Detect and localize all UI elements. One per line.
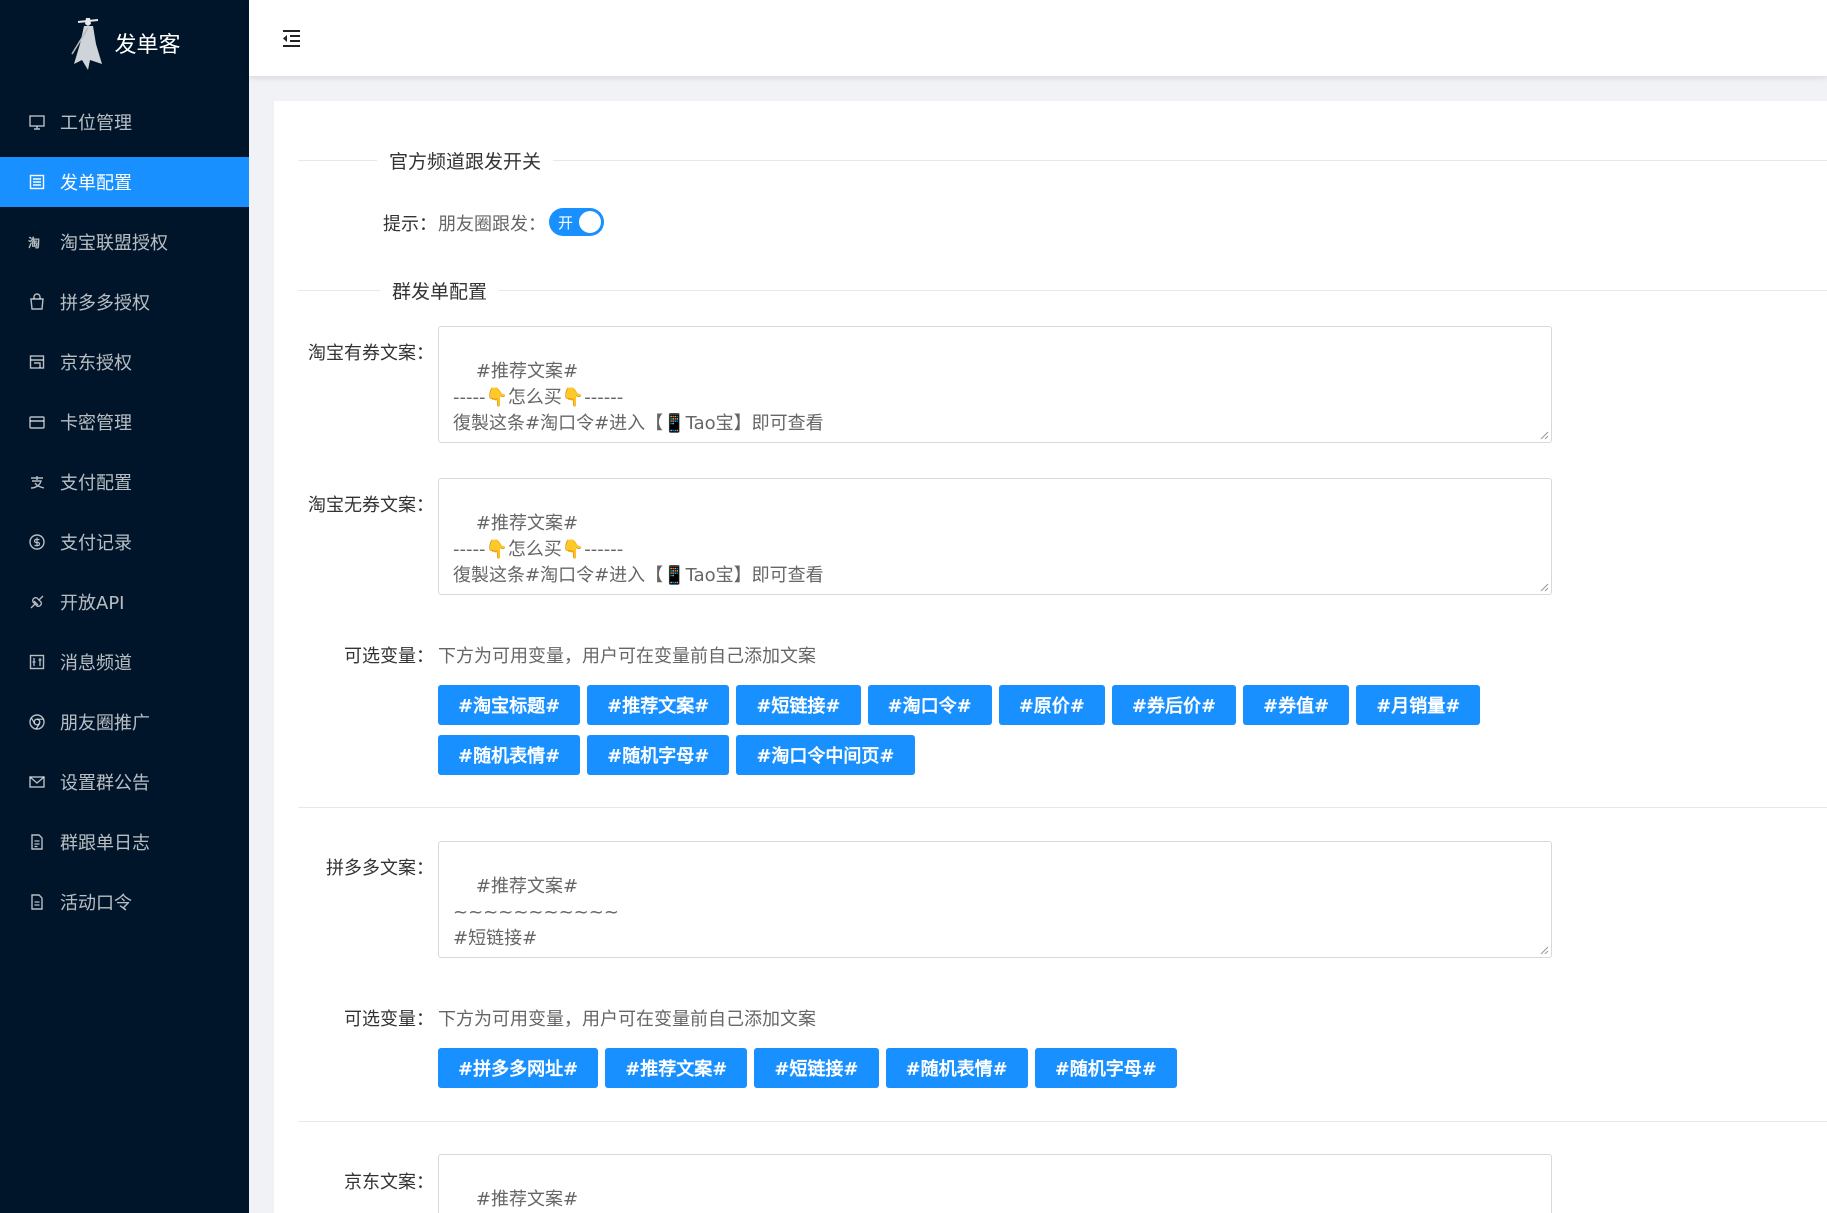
sidebar-item[interactable]: 发单配置 [0, 157, 249, 207]
switch-knob [579, 211, 601, 233]
mail-icon [28, 773, 46, 791]
variable-tag[interactable]: #推荐文案# [587, 685, 730, 725]
sidebar-item-label: 开放API [60, 593, 125, 614]
taobao-nocoupon-label: 淘宝无券文案： [308, 495, 434, 516]
jd-textarea[interactable]: #推荐文案# ~~~~~~~~~~~ [438, 1154, 1552, 1213]
chrome-icon [28, 713, 46, 731]
moments-follow-switch[interactable]: 开 [549, 208, 604, 236]
switch-text: 开 [558, 214, 574, 232]
sidebar-item[interactable]: 支付配置 [0, 457, 249, 507]
monitor-icon [28, 113, 46, 131]
sidebar-item-label: 拼多多授权 [60, 293, 150, 314]
sidebar-item[interactable]: 消息频道 [0, 637, 249, 687]
group-section-title: 群发单配置 [380, 277, 500, 304]
divider [298, 1121, 1827, 1122]
variable-tag[interactable]: #淘口令中间页# [736, 735, 915, 775]
resize-handle-icon[interactable] [1539, 430, 1549, 440]
sidebar-item-label: 京东授权 [60, 353, 132, 374]
header [249, 0, 1827, 76]
resize-handle-icon[interactable] [1539, 945, 1549, 955]
pdd-vars-desc: 下方为可用变量，用户可在变量前自己添加文案 [438, 1009, 816, 1030]
list-icon [28, 173, 46, 191]
file-icon [28, 833, 46, 851]
card-icon [28, 413, 46, 431]
taobao-coupon-label: 淘宝有券文案： [308, 343, 434, 364]
variable-tag[interactable]: #券后价# [1111, 685, 1237, 725]
variable-tag[interactable]: #随机字母# [1034, 1048, 1177, 1088]
variable-tag[interactable]: #推荐文案# [605, 1048, 748, 1088]
taobao-vars-label: 可选变量： [344, 646, 434, 667]
hint-label: 提示： [383, 214, 437, 235]
section-divider [298, 290, 1827, 291]
sidebar-item[interactable]: 设置群公告 [0, 757, 249, 807]
jd-text: #推荐文案# ~~~~~~~~~~~ [475, 1189, 579, 1210]
variable-tag[interactable]: #原价# [998, 685, 1105, 725]
sidebar-item-label: 群跟单日志 [60, 833, 150, 854]
logo: 发单客 [0, 0, 249, 86]
pdd-textarea[interactable]: #推荐文案# ~~~~~~~~~~~ #短链接# [438, 841, 1552, 958]
pdd-text: #推荐文案# ~~~~~~~~~~~ #短链接# [453, 876, 619, 949]
sidebar-item-label: 淘宝联盟授权 [60, 233, 168, 254]
logo-text: 发单客 [114, 33, 181, 58]
variable-tag[interactable]: #拼多多网址# [438, 1048, 599, 1088]
sidebar-item[interactable]: 开放API [0, 577, 249, 627]
sidebar-item[interactable]: 活动口令 [0, 877, 249, 927]
sidebar-item-label: 设置群公告 [60, 773, 150, 794]
official-section-title: 官方频道跟发开关 [377, 147, 554, 174]
moments-follow-label: 朋友圈跟发： [438, 214, 546, 235]
alipay-icon [28, 473, 46, 491]
resize-handle-icon[interactable] [1539, 582, 1549, 592]
shopping-bag-icon [28, 293, 46, 311]
taobao-nocoupon-textarea[interactable]: #推荐文案# -----👇怎么买👇------ 復製这条#淘口令#进入【📱Tao… [438, 478, 1552, 595]
sidebar-item-label: 消息频道 [60, 653, 132, 674]
sidebar-item-label: 支付记录 [60, 533, 132, 554]
variable-tag[interactable]: #券值# [1243, 685, 1350, 725]
variable-tag[interactable]: #短链接# [754, 1048, 879, 1088]
variable-tag[interactable]: #淘宝标题# [438, 685, 581, 725]
api-icon [28, 593, 46, 611]
document-icon [28, 893, 46, 911]
sidebar: 发单客 工位管理发单配置淘 淘宝联盟授权 拼多多授权京东授权卡密管理支付配置支付记录… [0, 0, 249, 1213]
sidebar-item[interactable]: 工位管理 [0, 97, 249, 147]
pdd-vars-label: 可选变量： [344, 1009, 434, 1030]
taobao-vars-desc: 下方为可用变量，用户可在变量前自己添加文案 [438, 646, 816, 667]
sidebar-item-label: 卡密管理 [60, 413, 132, 434]
main-content: 官方频道跟发开关 提示： 朋友圈跟发： 开 群发单配置 淘宝有券文案： #推荐文… [274, 101, 1827, 1213]
variable-tag[interactable]: #随机表情# [438, 735, 581, 775]
variable-tag[interactable]: #月销量# [1356, 685, 1481, 725]
pdd-label: 拼多多文案： [326, 858, 434, 879]
logo-figure-icon [71, 18, 103, 70]
variable-tag[interactable]: #随机字母# [587, 735, 730, 775]
channel-icon [28, 653, 46, 671]
jd-label: 京东文案： [344, 1172, 434, 1193]
sidebar-item[interactable]: 京东授权 [0, 337, 249, 387]
sidebar-item-label: 发单配置 [60, 173, 132, 194]
variable-tag[interactable]: #随机表情# [885, 1048, 1028, 1088]
sidebar-item[interactable]: 支付记录 [0, 517, 249, 567]
sidebar-item-label: 朋友圈推广 [60, 713, 150, 734]
variable-tag[interactable]: #短链接# [736, 685, 861, 725]
taobao-coupon-text: #推荐文案# -----👇怎么买👇------ 復製这条#淘口令#进入【📱Tao… [453, 361, 824, 434]
store-icon [28, 353, 46, 371]
sidebar-item-label: 支付配置 [60, 473, 132, 494]
sidebar-item[interactable]: 朋友圈推广 [0, 697, 249, 747]
menu-fold-icon[interactable] [279, 26, 303, 50]
taobao-coupon-textarea[interactable]: #推荐文案# -----👇怎么买👇------ 復製这条#淘口令#进入【📱Tao… [438, 326, 1552, 443]
sidebar-item[interactable]: 拼多多授权 [0, 277, 249, 327]
taobao-icon: 淘 [28, 233, 46, 251]
sidebar-item[interactable]: 群跟单日志 [0, 817, 249, 867]
sidebar-item-label: 活动口令 [60, 893, 132, 914]
variable-tag[interactable]: #淘口令# [867, 685, 992, 725]
dollar-icon [28, 533, 46, 551]
svg-text:淘: 淘 [28, 235, 40, 250]
divider [298, 807, 1827, 808]
pdd-var-tags: #拼多多网址# #推荐文案# #短链接# #随机表情# #随机字母# [438, 1048, 1538, 1088]
sidebar-item-label: 工位管理 [60, 113, 132, 134]
sidebar-item[interactable]: 卡密管理 [0, 397, 249, 447]
taobao-var-tags: #淘宝标题# #推荐文案# #短链接# #淘口令# #原价# #券后价# #券值# #月销量#… [438, 685, 1538, 775]
sidebar-item[interactable]: 淘 淘宝联盟授权 [0, 217, 249, 267]
taobao-nocoupon-text: #推荐文案# -----👇怎么买👇------ 復製这条#淘口令#进入【📱Tao… [453, 513, 824, 586]
